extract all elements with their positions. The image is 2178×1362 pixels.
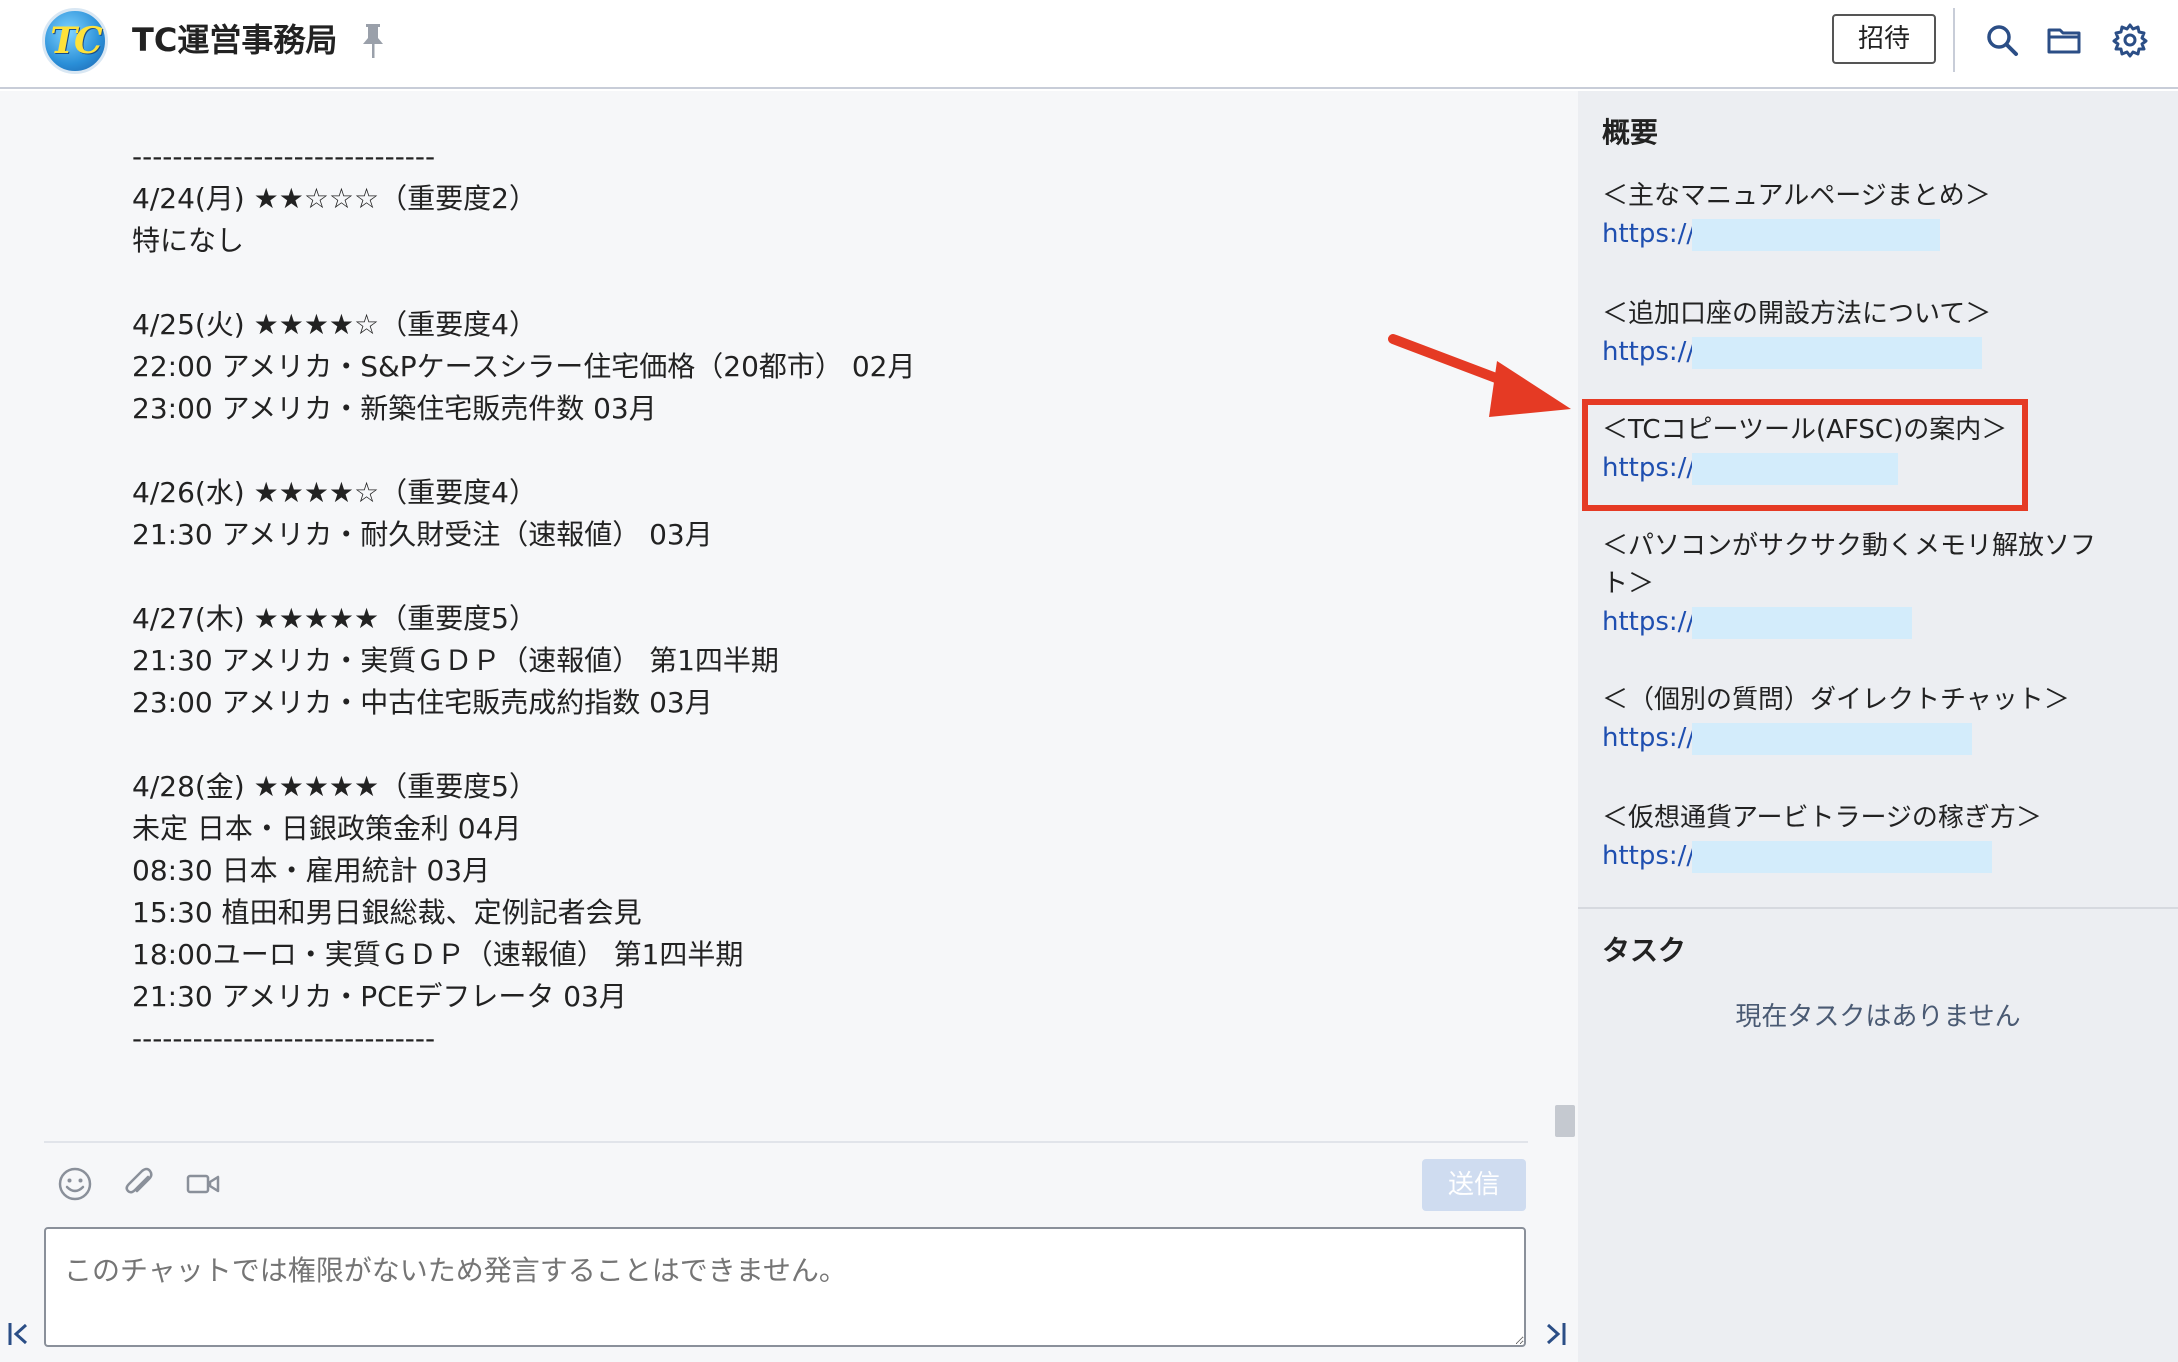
message-line: 18:00ユーロ・実質ＧＤＰ（速報値） 第1四半期: [132, 938, 744, 971]
message-line: 4/26(水) ★★★★☆（重要度4）: [132, 476, 537, 509]
settings-gear-icon[interactable]: [2112, 22, 2148, 58]
annotation-arrow: [1388, 334, 1571, 417]
invite-button[interactable]: 招待: [1832, 14, 1936, 64]
overview-entry-link[interactable]: https://: [1602, 603, 2142, 641]
message-line: 22:00 アメリカ・S&Pケースシラー住宅価格（20都市） 02月: [132, 350, 916, 383]
redaction-mask: [1692, 607, 1912, 639]
overview-entry: ＜追加口座の開設方法について＞ https://: [1602, 295, 2142, 371]
send-button[interactable]: 送信: [1422, 1159, 1526, 1211]
message-line-blank: [132, 724, 1532, 766]
tasks-title: タスク: [1602, 934, 1687, 967]
overview-entry: ＜（個別の質問）ダイレクトチャット＞ https://: [1602, 681, 2142, 757]
overview-entry: ＜パソコンがサクサク動くメモリ解放ソフ ト＞ https://: [1602, 527, 2142, 641]
message-body: ------------------------------ 4/24(月) ★…: [132, 136, 1532, 1060]
overview-entry-label: ＜追加口座の開設方法について＞: [1602, 299, 1992, 329]
overview-entry-label: ＜主なマニュアルページまとめ＞: [1602, 181, 1991, 211]
expand-right-icon[interactable]: [1542, 1319, 1568, 1349]
chat-header: TC TC運営事務局 招待: [0, 0, 2178, 89]
message-line: 4/28(金) ★★★★★（重要度5）: [132, 770, 537, 803]
overview-title: 概要: [1602, 116, 1659, 149]
message-line: 21:30 アメリカ・PCEデフレータ 03月: [132, 980, 627, 1013]
room-info-panel: 概要 ＜主なマニュアルページまとめ＞ https:// ＜追加口座の開設方法につ…: [1578, 91, 2178, 1362]
chat-timeline: ------------------------------ 4/24(月) ★…: [0, 91, 1578, 1362]
message-line: ------------------------------: [132, 1022, 436, 1055]
overview-entry-label: ＜パソコンがサクサク動くメモリ解放ソフ: [1602, 531, 2097, 561]
overview-entry-link[interactable]: https://: [1602, 333, 2142, 371]
message-input[interactable]: [44, 1227, 1526, 1347]
room-avatar[interactable]: TC: [42, 8, 108, 74]
scrollbar-thumb[interactable]: [1555, 1105, 1575, 1137]
side-divider: [1578, 907, 2178, 909]
message-line: 23:00 アメリカ・新築住宅販売件数 03月: [132, 392, 657, 425]
message-line: 4/27(木) ★★★★★（重要度5）: [132, 602, 537, 635]
message-line-blank: [132, 430, 1532, 472]
message-line: 4/24(月) ★★☆☆☆（重要度2）: [132, 182, 537, 215]
overview-entry-label-cont: ト＞: [1602, 569, 1655, 599]
message-line-blank: [132, 262, 1532, 304]
overview-entry: ＜仮想通貨アービトラージの稼ぎ方＞ https://: [1602, 799, 2142, 875]
highlight-box: [1582, 399, 2028, 511]
redaction-mask: [1692, 841, 1992, 873]
overview-entry-label: ＜（個別の質問）ダイレクトチャット＞: [1602, 685, 2070, 715]
redaction-mask: [1692, 219, 1940, 251]
redaction-mask: [1692, 337, 1982, 369]
message-line: 特になし: [132, 224, 245, 257]
message-line: 08:30 日本・雇用統計 03月: [132, 854, 491, 887]
message-line: 4/25(火) ★★★★☆（重要度4）: [132, 308, 537, 341]
room-title: TC運営事務局: [132, 21, 338, 59]
message-line: 21:30 アメリカ・実質ＧＤＰ（速報値） 第1四半期: [132, 644, 779, 677]
message-line: 23:00 アメリカ・中古住宅販売成約指数 03月: [132, 686, 713, 719]
attachment-paperclip-icon[interactable]: [120, 1165, 158, 1203]
video-call-icon[interactable]: [184, 1165, 222, 1203]
emoji-icon[interactable]: [56, 1165, 94, 1203]
tasks-empty-message: 現在タスクはありません: [1735, 1002, 2021, 1032]
collapse-left-icon[interactable]: [6, 1319, 32, 1349]
overview-entry: ＜主なマニュアルページまとめ＞ https://: [1602, 177, 2142, 253]
message-line-blank: [132, 556, 1532, 598]
overview-entry-link[interactable]: https://: [1602, 719, 2142, 757]
search-icon[interactable]: [1984, 22, 2020, 58]
overview-entry-link[interactable]: https://: [1602, 837, 2142, 875]
composer-divider: [44, 1141, 1528, 1143]
header-divider: [1953, 8, 1955, 72]
overview-entry-label: ＜仮想通貨アービトラージの稼ぎ方＞: [1602, 803, 2042, 833]
message-line: ------------------------------: [132, 140, 436, 173]
pin-icon[interactable]: [358, 22, 388, 60]
overview-entry-link[interactable]: https://: [1602, 215, 2142, 253]
redaction-mask: [1692, 723, 1972, 755]
message-line: 15:30 植田和男日銀総裁、定例記者会見: [132, 896, 642, 929]
message-line: 未定 日本・日銀政策金利 04月: [132, 812, 522, 845]
message-line: 21:30 アメリカ・耐久財受注（速報値） 03月: [132, 518, 713, 551]
folder-icon[interactable]: [2046, 22, 2082, 58]
